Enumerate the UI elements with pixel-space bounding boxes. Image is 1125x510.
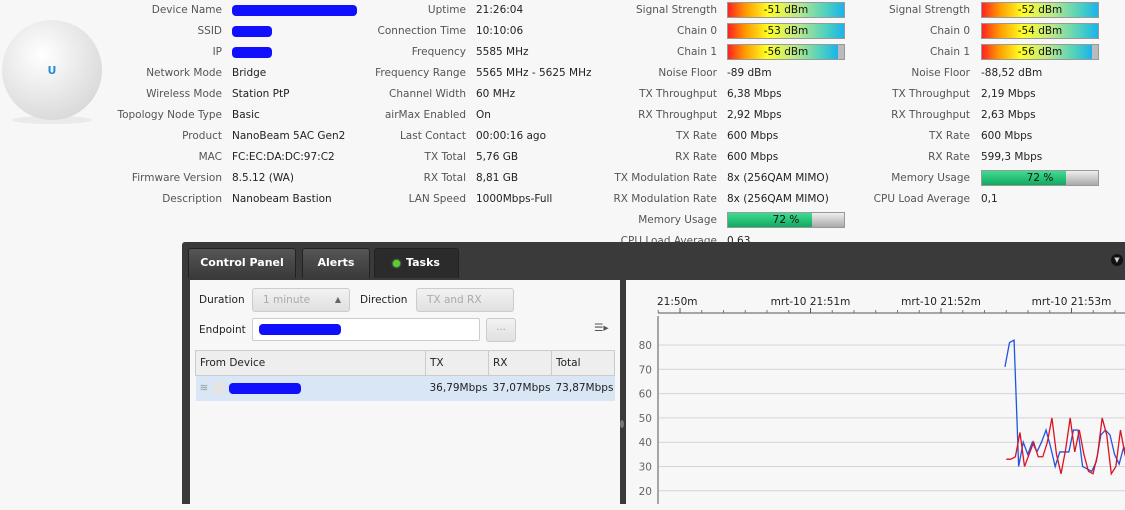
- status-dot-icon: [393, 259, 401, 267]
- noise-floor-value: -88,52 dBm: [981, 67, 1043, 79]
- device-table: From Device TX RX Total ≋ 36,79Mbps 37,07Mb…: [195, 350, 615, 401]
- duration-label: Duration: [199, 294, 245, 306]
- duration-select[interactable]: 1 minute ▲: [252, 288, 350, 312]
- y-tick-label: 20: [639, 486, 652, 498]
- memory-usage-bar: 72 %: [727, 212, 845, 228]
- memory-usage-value: 72 %: [772, 214, 800, 226]
- info-row: Noise Floor -88,52 dBm: [0, 63, 1125, 84]
- x-tick-label: 21:50m: [657, 296, 698, 308]
- info-row: Memory Usage 72 %: [0, 210, 1125, 231]
- tx-rate-value: 600 Mbps: [981, 130, 1033, 142]
- rx-throughput-value: 2,63 Mbps: [981, 109, 1036, 121]
- col-tx[interactable]: TX: [425, 350, 489, 376]
- menu-expand-icon[interactable]: ☰▸: [594, 322, 609, 334]
- throughput-chart-pane: 21:50m mrt-10 21:51m mrt-10 21:52m mrt-10 2…: [626, 280, 1125, 510]
- info-row: CPU Load Average 0,1: [0, 189, 1125, 210]
- direction-select[interactable]: TX and RX: [416, 288, 514, 312]
- chain-1-label: Chain 1: [929, 46, 970, 58]
- tab-tasks-label: Tasks: [406, 256, 440, 269]
- info-row: Memory Usage 72 %: [0, 168, 1125, 189]
- memory-usage-value: 72 %: [1026, 172, 1054, 184]
- memory-usage-label: Memory Usage: [891, 172, 970, 184]
- chain-0-label: Chain 0: [929, 25, 970, 37]
- info-row: Chain 0 -54 dBm: [0, 21, 1125, 42]
- duration-value: 1 minute: [263, 294, 311, 306]
- tab-tasks[interactable]: Tasks: [374, 248, 459, 278]
- info-row: RX Throughput 2,63 Mbps: [0, 105, 1125, 126]
- col-rx[interactable]: RX: [488, 350, 552, 376]
- table-row[interactable]: ≋ 36,79Mbps 37,07Mbps 73,87Mbps: [195, 375, 615, 401]
- y-tick-label: 50: [639, 413, 652, 425]
- tasks-left-pane: Duration 1 minute ▲ Direction TX and RX E…: [190, 280, 620, 510]
- direction-label: Direction: [360, 294, 408, 306]
- tx-throughput-label: TX Throughput: [892, 88, 970, 100]
- col-total[interactable]: Total: [551, 350, 615, 376]
- chain-0-value: -54 dBm: [1017, 25, 1063, 37]
- info-row: TX Throughput 2,19 Mbps: [0, 84, 1125, 105]
- rx-throughput-label: RX Throughput: [891, 109, 970, 121]
- endpoint-input[interactable]: [252, 318, 480, 341]
- row-tx: 36,79Mbps: [425, 375, 489, 401]
- bottom-panel: Control Panel Alerts Tasks ▼ Duration 1 …: [182, 242, 1125, 510]
- row-rx: 37,07Mbps: [488, 375, 552, 401]
- signal-strength-value: -52 dBm: [1017, 4, 1063, 16]
- tab-control-panel[interactable]: Control Panel: [188, 248, 296, 278]
- x-tick-label: mrt-10 21:53m: [1032, 296, 1112, 308]
- row-total: 73,87Mbps: [551, 375, 615, 401]
- device-icon: [211, 381, 226, 396]
- browse-endpoint-button[interactable]: ···: [486, 318, 516, 342]
- cpu-load-average-value: 0,1: [981, 193, 998, 205]
- col-from-device[interactable]: From Device: [195, 350, 426, 376]
- throughput-chart: 21:50m mrt-10 21:51m mrt-10 21:52m mrt-10 2…: [639, 296, 1125, 504]
- tx-rate-label: TX Rate: [928, 130, 970, 142]
- device-name-redacted: [229, 382, 301, 394]
- y-tick-label: 70: [639, 364, 652, 376]
- tx-throughput-value: 2,19 Mbps: [981, 88, 1036, 100]
- wifi-icon: ≋: [199, 382, 209, 395]
- x-tick-label: mrt-10 21:51m: [771, 296, 851, 308]
- signal-strength-label: Signal Strength: [888, 4, 970, 16]
- tab-alerts[interactable]: Alerts: [302, 248, 370, 278]
- signal-strength-bar: -52 dBm: [981, 2, 1099, 18]
- rx-rate-label: RX Rate: [928, 151, 970, 163]
- rx-rate-value: 599,3 Mbps: [981, 151, 1043, 163]
- y-tick-label: 80: [639, 340, 652, 352]
- info-row: RX Rate 599,3 Mbps: [0, 147, 1125, 168]
- info-row: Chain 1 -56 dBm: [0, 42, 1125, 63]
- info-row: TX Rate 600 Mbps: [0, 126, 1125, 147]
- collapse-icon[interactable]: ▼: [1111, 254, 1123, 266]
- noise-floor-label: Noise Floor: [911, 67, 970, 79]
- chain-0-bar: -54 dBm: [981, 23, 1099, 39]
- memory-usage-bar: 72 %: [981, 170, 1099, 186]
- y-tick-label: 40: [639, 437, 652, 449]
- pane-splitter[interactable]: [620, 420, 624, 428]
- y-tick-label: 60: [639, 389, 652, 401]
- direction-value: TX and RX: [427, 294, 482, 306]
- info-row: Signal Strength -52 dBm: [0, 0, 1125, 21]
- endpoint-label: Endpoint: [199, 324, 246, 336]
- updown-icon: ▲: [334, 295, 341, 304]
- cpu-load-average-label: CPU Load Average: [873, 193, 970, 205]
- y-tick-label: 30: [639, 462, 652, 474]
- chain-1-value: -56 dBm: [1017, 46, 1063, 58]
- chain-1-bar: -56 dBm: [981, 44, 1099, 60]
- x-tick-label: mrt-10 21:52m: [901, 296, 981, 308]
- memory-usage-label: Memory Usage: [638, 214, 717, 226]
